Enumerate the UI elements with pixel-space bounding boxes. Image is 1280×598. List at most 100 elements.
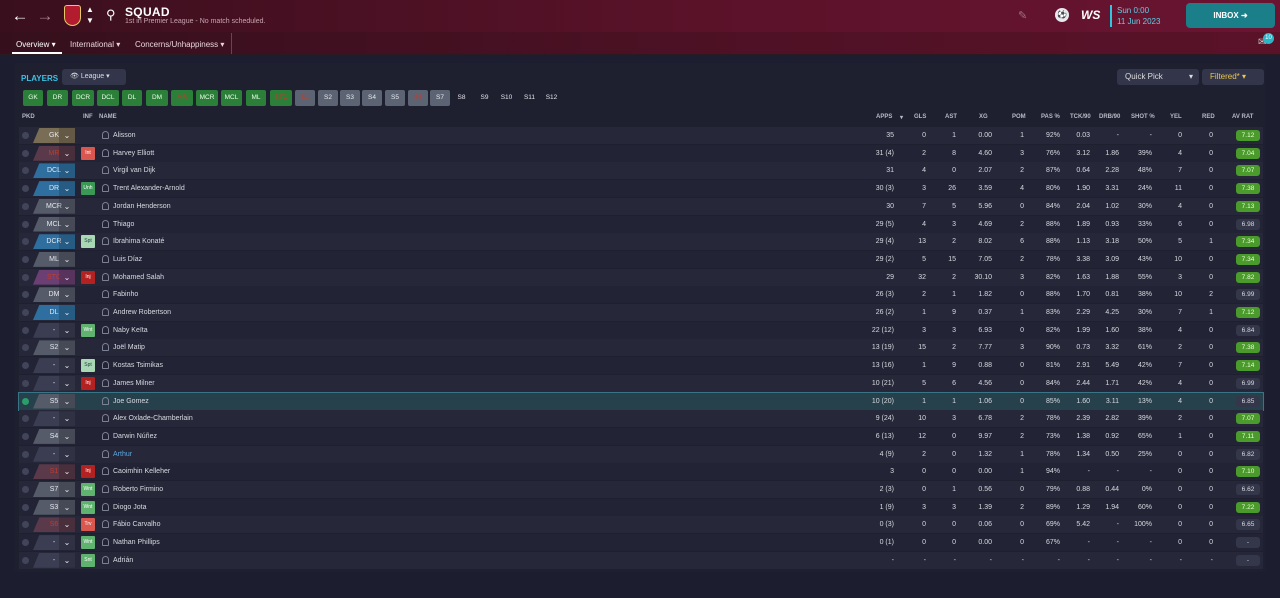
inbox-button[interactable]: INBOX ➜ bbox=[1186, 3, 1275, 28]
tab-overview[interactable]: Overview ▾ bbox=[16, 40, 56, 49]
table-row[interactable]: DM ⌄ Fabinho 26 (3) 2 1 1.82 0 88% 1.70 0.81 38% 10 2… bbox=[19, 286, 1263, 304]
table-row[interactable]: DCL ⌄ Virgil van Dijk 31 4 0 2.07 2 87% 0.64 2.28 4… bbox=[19, 162, 1263, 180]
table-row[interactable]: - ⌄ Inj James Milner 10 (21) 5 6 4.56 0 84% 2.44 1.… bbox=[19, 374, 1263, 392]
status-badge[interactable]: Spt bbox=[81, 235, 95, 249]
column-header-yel[interactable]: YEL bbox=[1170, 114, 1182, 120]
position-chip-s4[interactable]: S4 bbox=[362, 90, 382, 106]
position-chip-mcl[interactable]: MCL bbox=[221, 90, 242, 106]
column-header-gls[interactable]: GLS bbox=[914, 114, 926, 120]
player-name[interactable]: Fabinho bbox=[113, 286, 353, 303]
chevron-down-icon[interactable]: ⌄ bbox=[59, 216, 75, 232]
player-name[interactable]: Mohamed Salah bbox=[113, 269, 353, 286]
pick-checkbox[interactable] bbox=[22, 202, 29, 210]
column-header-red[interactable]: RED bbox=[1202, 114, 1215, 120]
table-row[interactable]: - ⌄ Spt Kostas Tsimikas 13 (16) 1 9 0.88 0 81% 2.9… bbox=[19, 357, 1263, 375]
column-header-inf[interactable]: INF bbox=[83, 114, 93, 120]
pick-checkbox[interactable] bbox=[22, 167, 29, 175]
pick-checkbox[interactable] bbox=[22, 379, 29, 387]
player-name[interactable]: Naby Keïta bbox=[113, 322, 353, 339]
table-row[interactable]: ML ⌄ Luis Díaz 29 (2) 5 15 7.05 2 78% 3.38 3.09 43%… bbox=[19, 250, 1263, 268]
chevron-down-icon[interactable]: ⌄ bbox=[59, 482, 75, 497]
chevron-down-icon[interactable]: ⌄ bbox=[59, 517, 75, 533]
player-name[interactable]: Harvey Elliott bbox=[113, 145, 353, 162]
pick-checkbox[interactable] bbox=[22, 503, 29, 511]
club-switch-icon[interactable]: ▲ ▼ bbox=[86, 4, 94, 26]
chevron-down-icon[interactable]: ⌄ bbox=[59, 552, 75, 568]
table-row[interactable]: STC ⌄ Inj Mohamed Salah 29 32 2 30.10 3 82% 1.63 1.… bbox=[19, 268, 1263, 286]
sort-desc-icon[interactable]: ▾ bbox=[900, 114, 903, 121]
status-badge[interactable]: Spt bbox=[81, 359, 95, 373]
pick-checkbox[interactable] bbox=[22, 326, 29, 334]
chevron-down-icon[interactable]: ⌄ bbox=[59, 393, 75, 409]
position-chip-ml[interactable]: ML bbox=[246, 90, 266, 106]
position-chip-s10[interactable]: S10 bbox=[497, 90, 516, 106]
status-badge[interactable]: Wnt bbox=[81, 323, 95, 337]
column-header-xg[interactable]: XG bbox=[979, 114, 988, 120]
pick-checkbox[interactable] bbox=[22, 220, 29, 228]
player-name[interactable]: Virgil van Dijk bbox=[113, 162, 353, 179]
chevron-down-icon[interactable]: ⌄ bbox=[59, 163, 75, 179]
status-badge[interactable]: Int bbox=[81, 146, 95, 160]
pick-checkbox[interactable] bbox=[22, 450, 29, 458]
status-badge[interactable]: Inj bbox=[81, 376, 95, 390]
table-row[interactable]: S3 ⌄ Wnt Diogo Jota 1 (9) 3 3 1.39 2 89% 1.29 1.94 6… bbox=[19, 498, 1263, 516]
column-header-drb[interactable]: DRB/90 bbox=[1099, 114, 1120, 120]
column-header-pkd[interactable]: PKD bbox=[22, 114, 35, 120]
pick-checkbox[interactable] bbox=[22, 486, 29, 493]
pick-checkbox[interactable] bbox=[22, 291, 29, 299]
table-row[interactable]: DL ⌄ Andrew Robertson 26 (2) 1 9 0.37 1 83% 2.29 4… bbox=[19, 304, 1263, 321]
position-chip-s11[interactable]: S11 bbox=[520, 90, 539, 106]
position-chip-dl[interactable]: DL bbox=[122, 90, 142, 106]
ws-logo[interactable]: WS bbox=[1081, 8, 1100, 22]
player-name[interactable]: Jordan Henderson bbox=[113, 198, 353, 215]
player-name[interactable]: Luis Díaz bbox=[113, 251, 353, 268]
player-name[interactable]: Trent Alexander-Arnold bbox=[113, 180, 353, 197]
position-chip-s6[interactable]: S6 bbox=[408, 90, 428, 106]
chevron-down-icon[interactable]: ⌄ bbox=[59, 340, 75, 356]
player-name[interactable]: Kostas Tsimikas bbox=[113, 357, 353, 374]
pick-checkbox[interactable] bbox=[22, 273, 29, 281]
chevron-down-icon[interactable]: ▾ bbox=[1189, 69, 1193, 85]
chevron-down-icon[interactable]: ⌄ bbox=[59, 411, 75, 427]
player-name[interactable]: Andrew Robertson bbox=[113, 304, 353, 321]
chevron-down-icon[interactable]: ⌄ bbox=[59, 251, 75, 267]
position-chip-gk[interactable]: GK bbox=[23, 90, 43, 106]
pick-checkbox[interactable] bbox=[22, 344, 29, 352]
pick-checkbox[interactable] bbox=[22, 149, 29, 157]
table-row[interactable]: - ⌄ Alex Oxlade-Chamberlain 9 (24) 10 3 6.78 2 7… bbox=[19, 410, 1263, 428]
column-header-pas[interactable]: PAS % bbox=[1041, 114, 1060, 120]
pick-checkbox[interactable] bbox=[22, 238, 29, 246]
pick-checkbox[interactable] bbox=[22, 415, 29, 423]
player-name[interactable]: Alisson bbox=[113, 127, 353, 144]
column-header-avrat[interactable]: AV RAT bbox=[1232, 114, 1253, 120]
table-row[interactable]: - ⌄ Wnt Nathan Phillips 0 (1) 0 0 0.00 0 67% - - - 0 0… bbox=[19, 534, 1263, 552]
club-crest-icon[interactable] bbox=[64, 5, 81, 26]
column-header-tck[interactable]: TCK/90 bbox=[1070, 114, 1091, 120]
chevron-down-icon[interactable]: ⌄ bbox=[59, 375, 75, 391]
player-name[interactable]: Joe Gomez bbox=[113, 393, 353, 410]
pick-checkbox[interactable] bbox=[22, 132, 29, 139]
status-badge[interactable]: Unh bbox=[81, 182, 95, 196]
club-icon[interactable]: ⚽ bbox=[1055, 8, 1069, 22]
status-badge[interactable]: Trv bbox=[81, 518, 95, 532]
pick-checkbox[interactable] bbox=[22, 521, 29, 529]
table-row[interactable]: S1 ⌄ Inj Caoimhin Kelleher 3 0 0 0.00 1 94% - - -0 0 7… bbox=[19, 463, 1263, 481]
chevron-down-icon[interactable]: ⌄ bbox=[59, 269, 75, 285]
tab-concerns[interactable]: Concerns/Unhappiness ▾ bbox=[135, 40, 224, 49]
quick-pick-button[interactable]: Quick Pick ▾ bbox=[1117, 69, 1199, 85]
player-name[interactable]: Roberto Firmino bbox=[113, 481, 353, 498]
pick-checkbox[interactable] bbox=[22, 362, 29, 370]
table-row[interactable]: MR ⌄ Int Harvey Elliott 31 (4) 2 8 4.60 3 76% 3.12… bbox=[19, 144, 1263, 162]
player-name[interactable]: Thiago bbox=[113, 216, 353, 233]
pick-checkbox[interactable] bbox=[22, 468, 29, 476]
player-name[interactable]: Adrián bbox=[113, 552, 353, 569]
table-row[interactable]: MCR ⌄ Jordan Henderson 30 7 5 5.96 0 84% 2.04 1.02… bbox=[19, 197, 1263, 215]
chevron-down-icon[interactable]: ⌄ bbox=[59, 145, 75, 161]
table-row[interactable]: S6 ⌄ Trv Fábio Carvalho 0 (3) 0 0 0.06 0 69% 5.42-… bbox=[19, 516, 1263, 534]
pick-checkbox[interactable] bbox=[22, 397, 29, 405]
position-chip-s7[interactable]: S7 bbox=[430, 90, 450, 106]
table-row[interactable]: DCR ⌄ Spt Ibrahima Konaté 29 (4) 13 2 8.02 6 88% 1… bbox=[19, 233, 1263, 251]
table-row[interactable]: S4 ⌄ Darwin Núñez 6 (13) 12 0 9.97 2 73% 1.38 0.92… bbox=[19, 427, 1263, 445]
chevron-down-icon[interactable]: ⌄ bbox=[59, 428, 75, 444]
table-row[interactable]: DR ⌄ Unh Trent Alexander-Arnold 30 (3) 3 26 3.5… bbox=[19, 180, 1263, 198]
